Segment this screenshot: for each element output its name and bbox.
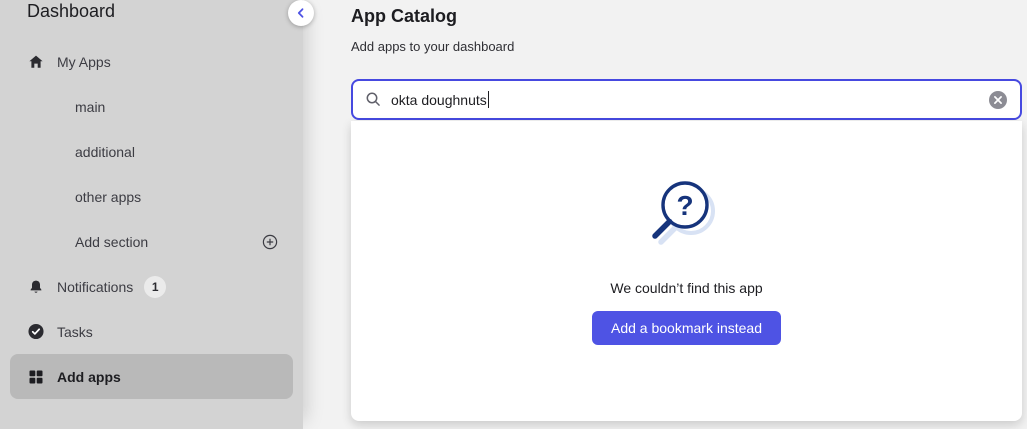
sidebar-collapse-button[interactable] bbox=[288, 0, 314, 26]
magnifier-question-icon: ? bbox=[645, 177, 729, 262]
sidebar-item-label: Add apps bbox=[57, 368, 121, 385]
svg-text:?: ? bbox=[676, 190, 693, 221]
sidebar-item-label: additional bbox=[75, 143, 135, 160]
x-circle-icon bbox=[988, 90, 1008, 110]
sidebar-item-label: Tasks bbox=[57, 323, 93, 340]
sidebar-item-notifications[interactable]: Notifications 1 bbox=[10, 264, 293, 309]
page-subtitle: Add apps to your dashboard bbox=[351, 39, 515, 54]
sidebar-item-label: main bbox=[75, 98, 106, 115]
app-catalog-panel: App Catalog Add apps to your dashboard o… bbox=[303, 0, 1027, 429]
search-results-dropdown: ? We couldn’t find this app Add a bookma… bbox=[351, 121, 1022, 421]
search-icon bbox=[365, 91, 382, 108]
sidebar-item-add-section[interactable]: Add section bbox=[10, 219, 293, 264]
chevron-left-icon bbox=[295, 7, 307, 19]
sidebar-nav: My Apps main additional other apps Add s… bbox=[0, 39, 303, 399]
home-icon bbox=[28, 54, 44, 70]
bell-icon bbox=[28, 279, 44, 295]
sidebar-item-additional[interactable]: additional bbox=[10, 129, 293, 174]
add-bookmark-button[interactable]: Add a bookmark instead bbox=[592, 311, 781, 345]
app-search-input[interactable]: okta doughnuts bbox=[351, 79, 1022, 120]
sidebar-item-label: Add section bbox=[75, 233, 149, 250]
sidebar-item-main[interactable]: main bbox=[10, 84, 293, 129]
sidebar-item-my-apps[interactable]: My Apps bbox=[10, 39, 293, 84]
check-circle-icon bbox=[28, 323, 44, 340]
text-cursor bbox=[487, 91, 489, 108]
sidebar-item-label: My Apps bbox=[57, 53, 111, 70]
clear-search-button[interactable] bbox=[988, 90, 1008, 110]
empty-state-message: We couldn’t find this app bbox=[610, 280, 763, 296]
sidebar: Dashboard My Apps main additional other … bbox=[0, 0, 303, 429]
notifications-count-badge: 1 bbox=[144, 275, 167, 298]
sidebar-item-add-apps[interactable]: Add apps bbox=[10, 354, 293, 399]
page-title: App Catalog bbox=[351, 6, 457, 26]
sidebar-item-tasks[interactable]: Tasks bbox=[10, 309, 293, 354]
plus-circle-icon[interactable] bbox=[262, 234, 278, 250]
sidebar-item-label: other apps bbox=[75, 188, 142, 205]
sidebar-item-other-apps[interactable]: other apps bbox=[10, 174, 293, 219]
search-input-value: okta doughnuts bbox=[391, 91, 487, 108]
sidebar-title: Dashboard bbox=[27, 1, 116, 21]
sidebar-item-label: Notifications bbox=[57, 278, 134, 295]
grid-icon bbox=[28, 369, 44, 385]
